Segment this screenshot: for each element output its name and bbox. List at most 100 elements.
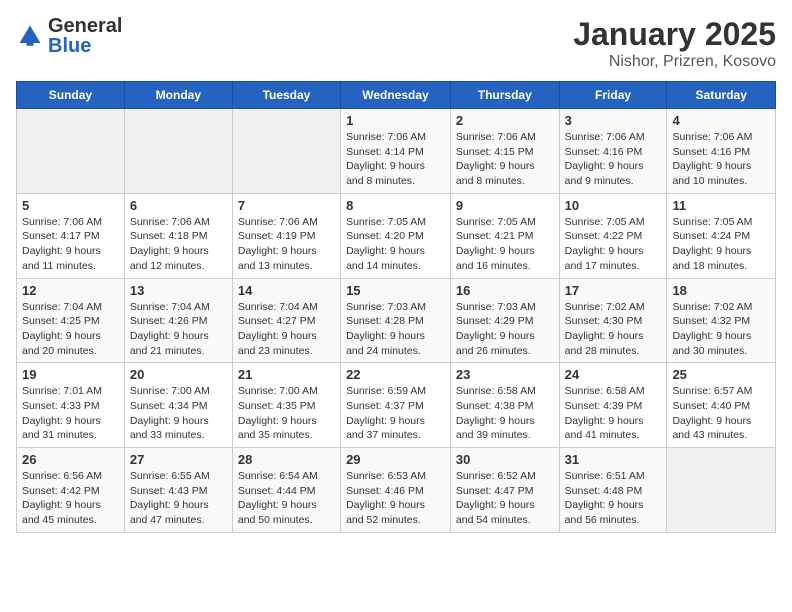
calendar-cell: 13 Sunrise: 7:04 AM Sunset: 4:26 PM Dayli… <box>124 278 232 363</box>
title-block: January 2025 Nishor, Prizren, Kosovo <box>573 16 776 71</box>
day-detail: Sunrise: 7:05 AM Sunset: 4:21 PM Dayligh… <box>456 215 554 274</box>
day-detail: Sunrise: 7:06 AM Sunset: 4:19 PM Dayligh… <box>238 215 335 274</box>
calendar-week-row: 12 Sunrise: 7:04 AM Sunset: 4:25 PM Dayli… <box>17 278 776 363</box>
weekday-header: Wednesday <box>341 82 451 109</box>
day-detail: Sunrise: 6:58 AM Sunset: 4:39 PM Dayligh… <box>565 384 662 443</box>
calendar-cell: 12 Sunrise: 7:04 AM Sunset: 4:25 PM Dayli… <box>17 278 125 363</box>
day-number: 12 <box>22 283 119 298</box>
day-number: 28 <box>238 452 335 467</box>
day-detail: Sunrise: 7:03 AM Sunset: 4:29 PM Dayligh… <box>456 300 554 359</box>
day-detail: Sunrise: 7:01 AM Sunset: 4:33 PM Dayligh… <box>22 384 119 443</box>
calendar-cell: 30 Sunrise: 6:52 AM Sunset: 4:47 PM Dayli… <box>450 448 559 533</box>
calendar-cell: 17 Sunrise: 7:02 AM Sunset: 4:30 PM Dayli… <box>559 278 667 363</box>
day-detail: Sunrise: 6:54 AM Sunset: 4:44 PM Dayligh… <box>238 469 335 528</box>
day-number: 9 <box>456 198 554 213</box>
calendar-cell: 26Sunrise: 6:56 AM Sunset: 4:42 PM Dayli… <box>17 448 125 533</box>
calendar-week-row: 1 Sunrise: 7:06 AM Sunset: 4:14 PM Daylig… <box>17 109 776 194</box>
day-detail: Sunrise: 7:06 AM Sunset: 4:17 PM Dayligh… <box>22 215 119 274</box>
day-number: 7 <box>238 198 335 213</box>
calendar-cell: 18Sunrise: 7:02 AM Sunset: 4:32 PM Dayli… <box>667 278 776 363</box>
day-number: 25 <box>672 367 770 382</box>
calendar-cell: 10Sunrise: 7:05 AM Sunset: 4:22 PM Dayli… <box>559 193 667 278</box>
day-number: 29 <box>346 452 445 467</box>
logo-blue: Blue <box>48 36 122 56</box>
day-detail: Sunrise: 7:05 AM Sunset: 4:20 PM Dayligh… <box>346 215 445 274</box>
day-number: 10 <box>565 198 662 213</box>
day-detail: Sunrise: 7:04 AM Sunset: 4:25 PM Dayligh… <box>22 300 119 359</box>
calendar-header: SundayMondayTuesdayWednesdayThursdayFrid… <box>17 82 776 109</box>
calendar-cell <box>667 448 776 533</box>
day-number: 20 <box>130 367 227 382</box>
calendar-title: January 2025 <box>573 16 776 53</box>
calendar-cell: 4 Sunrise: 7:06 AM Sunset: 4:16 PM Daylig… <box>667 109 776 194</box>
logo-icon <box>16 22 44 50</box>
calendar-week-row: 26Sunrise: 6:56 AM Sunset: 4:42 PM Dayli… <box>17 448 776 533</box>
calendar-cell: 22 Sunrise: 6:59 AM Sunset: 4:37 PM Dayli… <box>341 363 451 448</box>
day-number: 16 <box>456 283 554 298</box>
day-number: 19 <box>22 367 119 382</box>
day-number: 4 <box>672 113 770 128</box>
day-number: 13 <box>130 283 227 298</box>
weekday-header: Saturday <box>667 82 776 109</box>
calendar-cell <box>124 109 232 194</box>
day-detail: Sunrise: 7:06 AM Sunset: 4:16 PM Dayligh… <box>672 130 770 189</box>
day-detail: Sunrise: 7:06 AM Sunset: 4:14 PM Dayligh… <box>346 130 445 189</box>
day-detail: Sunrise: 7:06 AM Sunset: 4:18 PM Dayligh… <box>130 215 227 274</box>
day-number: 23 <box>456 367 554 382</box>
page-header: General Blue January 2025 Nishor, Prizre… <box>16 16 776 71</box>
calendar-cell: 15 Sunrise: 7:03 AM Sunset: 4:28 PM Dayli… <box>341 278 451 363</box>
calendar-cell: 16 Sunrise: 7:03 AM Sunset: 4:29 PM Dayli… <box>450 278 559 363</box>
calendar-cell: 1 Sunrise: 7:06 AM Sunset: 4:14 PM Daylig… <box>341 109 451 194</box>
weekday-header: Monday <box>124 82 232 109</box>
calendar-cell: 2 Sunrise: 7:06 AM Sunset: 4:15 PM Daylig… <box>450 109 559 194</box>
day-number: 15 <box>346 283 445 298</box>
day-number: 17 <box>565 283 662 298</box>
day-detail: Sunrise: 7:03 AM Sunset: 4:28 PM Dayligh… <box>346 300 445 359</box>
day-detail: Sunrise: 6:59 AM Sunset: 4:37 PM Dayligh… <box>346 384 445 443</box>
day-detail: Sunrise: 7:00 AM Sunset: 4:35 PM Dayligh… <box>238 384 335 443</box>
day-number: 5 <box>22 198 119 213</box>
day-number: 1 <box>346 113 445 128</box>
day-number: 22 <box>346 367 445 382</box>
calendar-cell: 11 Sunrise: 7:05 AM Sunset: 4:24 PM Dayli… <box>667 193 776 278</box>
weekday-row: SundayMondayTuesdayWednesdayThursdayFrid… <box>17 82 776 109</box>
day-detail: Sunrise: 7:04 AM Sunset: 4:27 PM Dayligh… <box>238 300 335 359</box>
day-number: 31 <box>565 452 662 467</box>
calendar-body: 1 Sunrise: 7:06 AM Sunset: 4:14 PM Daylig… <box>17 109 776 533</box>
calendar-cell: 28 Sunrise: 6:54 AM Sunset: 4:44 PM Dayli… <box>232 448 340 533</box>
day-number: 27 <box>130 452 227 467</box>
day-number: 26 <box>22 452 119 467</box>
day-detail: Sunrise: 6:57 AM Sunset: 4:40 PM Dayligh… <box>672 384 770 443</box>
calendar-cell: 6 Sunrise: 7:06 AM Sunset: 4:18 PM Daylig… <box>124 193 232 278</box>
calendar-week-row: 19 Sunrise: 7:01 AM Sunset: 4:33 PM Dayli… <box>17 363 776 448</box>
day-number: 2 <box>456 113 554 128</box>
day-number: 24 <box>565 367 662 382</box>
calendar-cell: 7 Sunrise: 7:06 AM Sunset: 4:19 PM Daylig… <box>232 193 340 278</box>
day-number: 11 <box>672 198 770 213</box>
calendar-cell: 25 Sunrise: 6:57 AM Sunset: 4:40 PM Dayli… <box>667 363 776 448</box>
calendar-cell: 20 Sunrise: 7:00 AM Sunset: 4:34 PM Dayli… <box>124 363 232 448</box>
day-detail: Sunrise: 7:00 AM Sunset: 4:34 PM Dayligh… <box>130 384 227 443</box>
day-number: 3 <box>565 113 662 128</box>
calendar-table: SundayMondayTuesdayWednesdayThursdayFrid… <box>16 81 776 533</box>
day-detail: Sunrise: 6:53 AM Sunset: 4:46 PM Dayligh… <box>346 469 445 528</box>
day-detail: Sunrise: 7:02 AM Sunset: 4:30 PM Dayligh… <box>565 300 662 359</box>
day-number: 6 <box>130 198 227 213</box>
day-detail: Sunrise: 6:55 AM Sunset: 4:43 PM Dayligh… <box>130 469 227 528</box>
calendar-cell: 14Sunrise: 7:04 AM Sunset: 4:27 PM Dayli… <box>232 278 340 363</box>
calendar-cell: 27 Sunrise: 6:55 AM Sunset: 4:43 PM Dayli… <box>124 448 232 533</box>
day-detail: Sunrise: 7:04 AM Sunset: 4:26 PM Dayligh… <box>130 300 227 359</box>
calendar-cell: 8 Sunrise: 7:05 AM Sunset: 4:20 PM Daylig… <box>341 193 451 278</box>
day-detail: Sunrise: 7:06 AM Sunset: 4:15 PM Dayligh… <box>456 130 554 189</box>
day-number: 30 <box>456 452 554 467</box>
logo-general: General <box>48 16 122 36</box>
day-number: 8 <box>346 198 445 213</box>
logo-text: General Blue <box>48 16 122 56</box>
weekday-header: Tuesday <box>232 82 340 109</box>
calendar-week-row: 5 Sunrise: 7:06 AM Sunset: 4:17 PM Daylig… <box>17 193 776 278</box>
day-detail: Sunrise: 7:05 AM Sunset: 4:24 PM Dayligh… <box>672 215 770 274</box>
day-detail: Sunrise: 6:52 AM Sunset: 4:47 PM Dayligh… <box>456 469 554 528</box>
calendar-cell: 19 Sunrise: 7:01 AM Sunset: 4:33 PM Dayli… <box>17 363 125 448</box>
day-detail: Sunrise: 7:02 AM Sunset: 4:32 PM Dayligh… <box>672 300 770 359</box>
weekday-header: Friday <box>559 82 667 109</box>
